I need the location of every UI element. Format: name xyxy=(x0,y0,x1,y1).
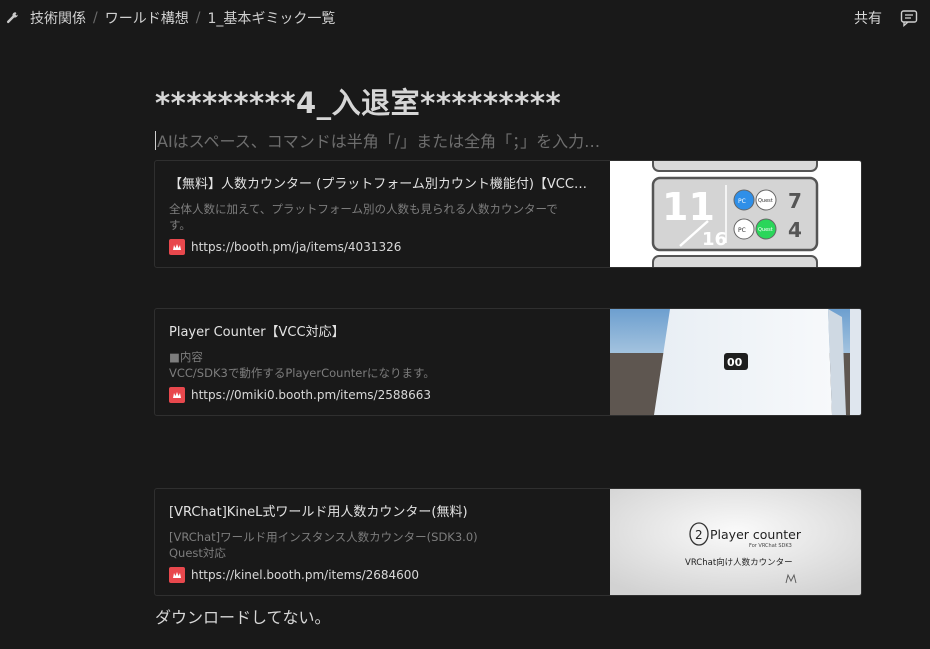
bookmark-url: https://0miki0.booth.pm/items/2588663 xyxy=(191,388,432,402)
bookmark-card-1[interactable]: 【無料】人数カウンター (プラットフォーム別カウント機能付)【VCC対応】 全体… xyxy=(154,160,862,268)
breadcrumb-item-gimmick-list[interactable]: 1_基本ギミック一覧 xyxy=(205,6,337,30)
bookmark-description: 全体人数に加えて、プラットフォーム別の人数も見られる人数カウンターで す。 xyxy=(169,202,558,232)
quest-label: Quest xyxy=(758,198,773,204)
booth-favicon-icon xyxy=(169,239,185,255)
text-block[interactable]: ダウンロードしてない。 xyxy=(155,604,331,628)
page-title[interactable]: *********4_入退室********* xyxy=(155,80,561,122)
bookmark-thumbnail-3d-scene: 00 xyxy=(610,309,861,415)
booth-favicon-icon xyxy=(169,567,185,583)
quest-count: 4 xyxy=(788,218,802,242)
pc-label: PC xyxy=(738,198,746,205)
svg-text:PC: PC xyxy=(738,227,746,234)
bookmark-title: 【無料】人数カウンター (プラットフォーム別カウント機能付)【VCC対応】 xyxy=(169,177,596,192)
bookmark-card-2[interactable]: Player Counter【VCC対応】 ■内容 VCC/SDK3で動作するP… xyxy=(154,308,862,416)
share-button[interactable]: 共有 xyxy=(850,6,886,30)
breadcrumb-separator: / xyxy=(195,10,201,26)
block-placeholder: AIはスペース、コマンドは半角「/」または全角「；」を入力… xyxy=(157,132,601,151)
bookmark-description: [VRChat]ワールド用インスタンス人数カウンター(SDK3.0) Quest… xyxy=(169,530,478,560)
bookmark-description: ■内容 VCC/SDK3で動作するPlayerCounterになります。 xyxy=(169,350,435,380)
breadcrumb-separator: / xyxy=(93,10,98,26)
bookmark-thumbnail-counter: 11 16 PC Quest 7 PC Quest 4 xyxy=(610,161,861,267)
thumb-subheading: For VRChat SDK3 xyxy=(749,543,792,549)
bookmark-link: https://kinel.booth.pm/items/2684600 xyxy=(169,567,596,583)
breadcrumb: 技術関係 / ワールド構想 / 1_基本ギミック一覧 xyxy=(4,6,337,30)
top-bar: 技術関係 / ワールド構想 / 1_基本ギミック一覧 共有 xyxy=(0,0,930,36)
pc-count: 7 xyxy=(788,189,802,213)
breadcrumb-item-world[interactable]: ワールド構想 xyxy=(103,6,191,30)
wrench-icon xyxy=(4,9,22,27)
booth-favicon-icon xyxy=(169,387,185,403)
svg-text:Quest: Quest xyxy=(758,227,773,233)
counter-display: 00 xyxy=(727,356,743,369)
bookmark-link: https://booth.pm/ja/items/4031326 xyxy=(169,239,596,255)
thumb-caption: VRChat向け人数カウンター xyxy=(685,557,793,568)
bookmark-title: Player Counter【VCC対応】 xyxy=(169,325,345,340)
breadcrumb-item-tech[interactable]: 技術関係 xyxy=(28,6,88,30)
bookmark-thumbnail-player-counter: 2 Player counter For VRChat SDK3 VRChat向… xyxy=(610,489,861,595)
bookmark-url: https://kinel.booth.pm/items/2684600 xyxy=(191,568,420,582)
max-count: 16 xyxy=(702,229,727,250)
counter-number: 2 xyxy=(695,528,703,542)
bookmark-link: https://0miki0.booth.pm/items/2588663 xyxy=(169,387,596,403)
comment-icon[interactable] xyxy=(898,7,920,29)
bookmark-title: [VRChat]KineL式ワールド用人数カウンター(無料) xyxy=(169,505,468,520)
bookmark-url: https://booth.pm/ja/items/4031326 xyxy=(191,240,402,254)
bookmark-card-3[interactable]: [VRChat]KineL式ワールド用人数カウンター(無料) [VRChat]ワ… xyxy=(154,488,862,596)
text-caret xyxy=(155,130,156,150)
empty-block-input[interactable]: AIはスペース、コマンドは半角「/」または全角「；」を入力… xyxy=(155,129,600,151)
thumb-heading: Player counter xyxy=(710,527,802,542)
